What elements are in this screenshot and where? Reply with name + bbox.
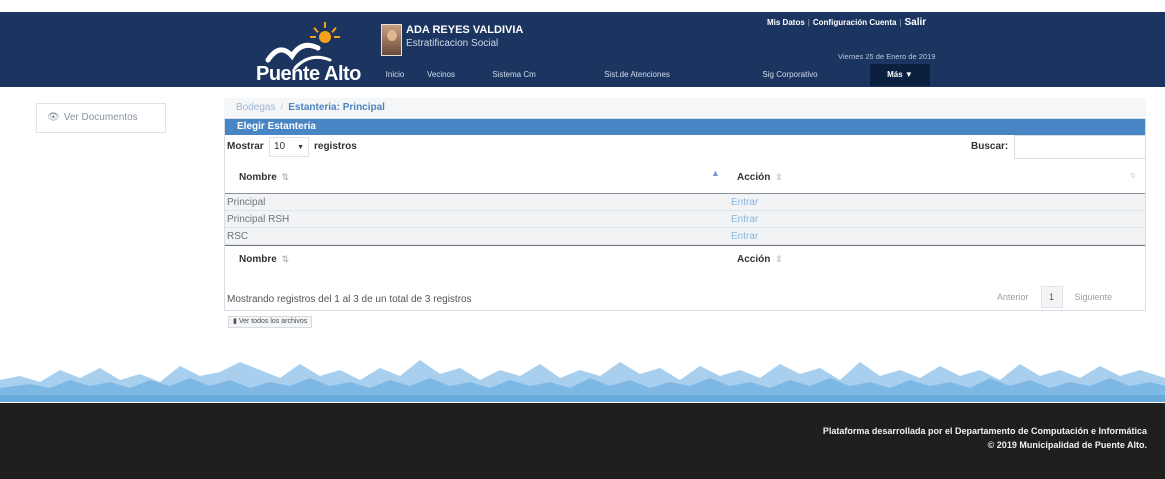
pager-page-1[interactable]: 1 bbox=[1040, 286, 1063, 308]
registros-label: registros bbox=[314, 141, 357, 152]
file-icon: ▮ bbox=[233, 318, 237, 325]
cell-nombre: RSC bbox=[227, 231, 249, 242]
user-avatar bbox=[381, 24, 402, 56]
mis-datos-link[interactable]: Mis Datos bbox=[767, 18, 805, 27]
table-controls: Mostrar 10 ▼ registros Buscar: bbox=[225, 135, 1146, 161]
current-date: Viernes 25 de Enero de 2019 bbox=[838, 52, 936, 61]
sort-icon: ⇳ bbox=[775, 172, 783, 182]
chevron-down-icon: ▼ bbox=[297, 144, 304, 151]
footer-column-accion[interactable]: Acción ⇳ bbox=[737, 254, 783, 265]
configuracion-cuenta-link[interactable]: Configuración Cuenta bbox=[813, 18, 897, 27]
mostrar-label: Mostrar bbox=[227, 141, 264, 152]
page-footer: Plataforma desarrollada por el Departame… bbox=[0, 403, 1165, 479]
pager-siguiente[interactable]: Siguiente bbox=[1075, 292, 1113, 302]
sort-icon: ⇅ bbox=[281, 172, 290, 182]
column-accion[interactable]: Acción ⇳ bbox=[737, 172, 783, 183]
table-row: RSC Entrar bbox=[225, 228, 1145, 245]
sort-icon: ⇅ bbox=[1130, 173, 1136, 180]
estanteria-panel: Elegir Estanteria Mostrar 10 ▼ registros… bbox=[224, 118, 1146, 311]
breadcrumb-current: Estanteria: Principal bbox=[288, 102, 385, 113]
pager-anterior[interactable]: Anterior bbox=[997, 292, 1029, 302]
logo-text: Puente Alto bbox=[256, 63, 361, 85]
table-footer: Nombre ⇅ Acción ⇳ bbox=[225, 245, 1145, 273]
buscar-label: Buscar: bbox=[971, 141, 1009, 152]
entrar-link[interactable]: Entrar bbox=[731, 231, 758, 242]
city-skyline-decoration bbox=[0, 360, 1165, 402]
nav-mas[interactable]: Más ▼ bbox=[870, 64, 930, 86]
cell-nombre: Principal bbox=[227, 197, 266, 208]
entrar-link[interactable]: Entrar bbox=[731, 197, 758, 208]
page-length-value: 10 bbox=[274, 141, 286, 152]
ver-todos-button[interactable]: ▮ Ver todos los archivos bbox=[228, 316, 313, 328]
user-role: Estratificacion Social bbox=[406, 38, 499, 49]
pagination: Anterior 1 Siguiente bbox=[997, 286, 1112, 308]
ver-documentos-label: Ver Documentos bbox=[63, 112, 138, 123]
table-row: Principal RSH Entrar bbox=[225, 211, 1145, 228]
panel-title: Elegir Estanteria bbox=[225, 119, 1145, 135]
breadcrumb-bodegas[interactable]: Bodegas bbox=[236, 102, 275, 113]
nav-sist-atenciones[interactable]: Sist.de Atenciones bbox=[564, 64, 710, 86]
cell-nombre: Principal RSH bbox=[227, 214, 290, 225]
user-name: ADA REYES VALDIVIA bbox=[406, 24, 524, 36]
footer-copyright: © 2019 Municipalidad de Puente Alto. bbox=[987, 440, 1147, 450]
nav-vecinos[interactable]: Vecinos bbox=[418, 64, 464, 86]
search-input[interactable] bbox=[1014, 135, 1146, 159]
breadcrumb-separator: / bbox=[280, 102, 284, 113]
table-header: Nombre ⇅ ▲ Acción ⇳ ⇅ bbox=[225, 161, 1145, 194]
sort-icon: ⇅ bbox=[281, 254, 290, 264]
breadcrumb: Bodegas / Estanteria: Principal bbox=[224, 98, 1146, 117]
sort-asc-icon: ▲ bbox=[711, 168, 720, 178]
page-length-select[interactable]: 10 ▼ bbox=[269, 137, 309, 157]
column-nombre[interactable]: Nombre ⇅ bbox=[239, 172, 289, 183]
link-separator: | bbox=[899, 18, 902, 27]
table-info: Mostrando registros del 1 al 3 de un tot… bbox=[227, 294, 472, 305]
main-nav: Inicio Vecinos Sistema Cm Sist.de Atenci… bbox=[372, 64, 930, 86]
link-separator: | bbox=[807, 18, 810, 27]
footer-credits: Plataforma desarrollada por el Departame… bbox=[822, 426, 1147, 436]
table-row: Principal Entrar bbox=[225, 194, 1145, 211]
ver-documentos-button[interactable]: 👁 Ver Documentos bbox=[36, 103, 166, 133]
nav-sig-corporativo[interactable]: Sig Corporativo bbox=[710, 64, 870, 86]
nav-inicio[interactable]: Inicio bbox=[372, 64, 418, 86]
top-links: Mis Datos | Configuración Cuenta | Salir bbox=[767, 17, 926, 28]
sort-icon: ⇳ bbox=[775, 254, 783, 264]
salir-link[interactable]: Salir bbox=[905, 17, 927, 28]
nav-sistema-cm[interactable]: Sistema Cm bbox=[464, 64, 564, 86]
entrar-link[interactable]: Entrar bbox=[731, 214, 758, 225]
footer-column-nombre[interactable]: Nombre ⇅ bbox=[239, 254, 289, 265]
eye-icon: 👁 bbox=[47, 112, 60, 123]
